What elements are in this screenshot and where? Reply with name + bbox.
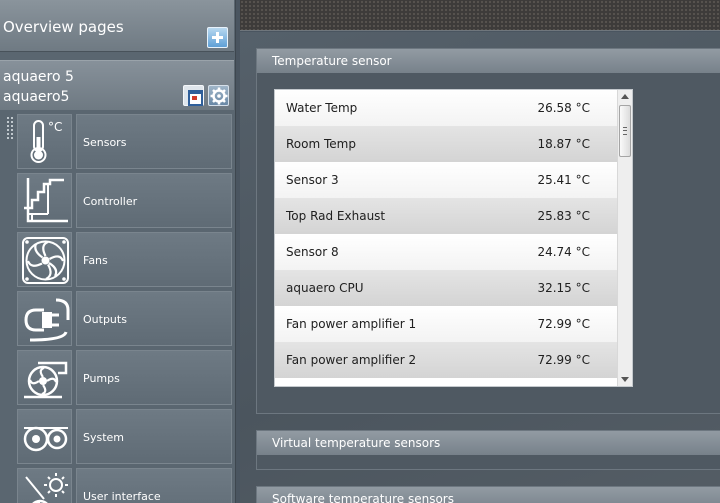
sensor-value: 24.74 °C [537, 245, 590, 259]
sidebar-item-user-interface-icon-box[interactable] [17, 468, 72, 503]
sidebar-item-label: Pumps [83, 372, 120, 385]
sensor-name: Water Temp [286, 101, 358, 115]
thermometer-icon: °C [30, 120, 62, 163]
sidebar-item-fans-label-box[interactable]: Fans [76, 232, 232, 287]
sensor-list-scrollbar[interactable] [617, 90, 632, 386]
sensor-row[interactable]: Sensor 3 25.41 °C [275, 162, 617, 198]
sensor-row[interactable]: Sensor 8 24.74 °C [275, 234, 617, 270]
sidebar-item-sensors-icon-box[interactable]: °C [17, 114, 72, 169]
virtual-temperature-sensors-header[interactable]: Virtual temperature sensors [257, 431, 720, 455]
panel-title: Virtual temperature sensors [272, 436, 441, 450]
sidebar-item-label: Fans [83, 254, 108, 267]
sidebar-item-controller[interactable]: Controller [17, 173, 232, 228]
sidebar-item-pumps-icon-box[interactable] [17, 350, 72, 405]
sensor-value: 25.41 °C [537, 173, 590, 187]
sensor-name: Sensor 3 [286, 173, 339, 187]
sensor-row[interactable]: Fan power amplifier 2 72.99 °C [275, 342, 617, 378]
scroll-down-arrow-icon[interactable] [621, 377, 629, 382]
settings-gear-icon [210, 87, 228, 105]
drag-grip-icon[interactable] [6, 116, 14, 140]
sidebar-item-outputs-icon-box[interactable] [17, 291, 72, 346]
panel-title: Temperature sensor [272, 54, 392, 68]
fan-icon [22, 237, 69, 284]
sidebar-item-pumps[interactable]: Pumps [17, 350, 232, 405]
sidebar-item-user-interface[interactable]: User interface [17, 468, 232, 503]
sidebar: Overview pages aquaero 5 aquaero5 °C Sen… [0, 0, 236, 503]
sidebar-item-fans-icon-box[interactable] [17, 232, 72, 287]
sidebar-item-system[interactable]: System [17, 409, 232, 464]
sidebar-item-label: Sensors [83, 136, 127, 149]
sensor-row[interactable]: Top Rad Exhaust 25.83 °C [275, 198, 617, 234]
display-brightness-icon [25, 473, 68, 503]
sensor-value: 25.83 °C [537, 209, 590, 223]
sensor-value: 32.15 °C [537, 281, 590, 295]
sensor-name: Fan power amplifier 1 [286, 317, 417, 331]
sensor-name: aquaero CPU [286, 281, 364, 295]
sensor-value: 72.99 °C [537, 317, 590, 331]
sidebar-item-system-icon-box[interactable] [17, 409, 72, 464]
add-overview-page-button[interactable] [207, 27, 228, 48]
scroll-thumb[interactable] [619, 105, 631, 157]
sensor-row[interactable]: aquaero CPU 32.15 °C [275, 270, 617, 306]
pump-icon [24, 361, 68, 399]
sensor-name: Room Temp [286, 137, 356, 151]
virtual-temperature-sensors-panel: Virtual temperature sensors [256, 430, 720, 470]
scroll-up-arrow-icon[interactable] [621, 94, 629, 99]
sidebar-item-label: System [83, 431, 125, 444]
sidebar-item-system-label-box[interactable]: System [76, 409, 232, 464]
sidebar-item-pumps-label-box[interactable]: Pumps [76, 350, 232, 405]
plug-icon [24, 298, 70, 342]
device-header[interactable]: aquaero 5 aquaero5 [0, 60, 234, 110]
sidebar-item-user-interface-label-box[interactable]: User interface [76, 468, 232, 503]
device-settings-button[interactable] [208, 85, 229, 106]
sidebar-item-outputs-label-box[interactable]: Outputs [76, 291, 232, 346]
device-model-label: aquaero 5 [3, 69, 74, 85]
sensor-row[interactable]: Room Temp 18.87 °C [275, 126, 617, 162]
temperature-sensor-panel-header[interactable]: Temperature sensor [257, 49, 720, 73]
sidebar-item-label: User interface [83, 490, 161, 503]
sensor-row[interactable]: Water Temp 26.58 °C [275, 90, 617, 126]
sensor-row[interactable]: Fan power amplifier 1 72.99 °C [275, 306, 617, 342]
sidebar-item-fans[interactable]: Fans [17, 232, 232, 287]
temperature-sensor-panel: Temperature sensor Water Temp 26.58 °C R… [256, 48, 720, 414]
sensor-value: 72.99 °C [537, 353, 590, 367]
software-temperature-sensors-panel: Software temperature sensors [256, 486, 720, 503]
sensor-unit-text: °C [48, 120, 62, 134]
system-gears-icon [23, 426, 68, 452]
controller-chart-icon [24, 178, 68, 223]
sidebar-item-sensors[interactable]: °C Sensors [17, 114, 232, 169]
sensor-value: 18.87 °C [537, 137, 590, 151]
sidebar-item-controller-icon-box[interactable] [17, 173, 72, 228]
sidebar-item-outputs[interactable]: Outputs [17, 291, 232, 346]
sensor-name: Fan power amplifier 2 [286, 353, 417, 367]
device-window-button[interactable] [183, 85, 204, 106]
top-pattern-strip [240, 0, 720, 31]
panel-title: Software temperature sensors [272, 492, 454, 503]
software-temperature-sensors-header[interactable]: Software temperature sensors [257, 487, 720, 503]
temperature-sensor-list[interactable]: Water Temp 26.58 °C Room Temp 18.87 °C S… [274, 89, 633, 387]
sidebar-item-label: Controller [83, 195, 138, 208]
overview-pages-title: Overview pages [3, 18, 124, 36]
sidebar-item-controller-label-box[interactable]: Controller [76, 173, 232, 228]
sensor-name: Sensor 8 [286, 245, 339, 259]
sensor-value: 26.58 °C [537, 101, 590, 115]
device-name-label: aquaero5 [3, 89, 70, 105]
overview-pages-bar[interactable]: Overview pages [0, 0, 234, 52]
sidebar-item-label: Outputs [83, 313, 127, 326]
sensor-name: Top Rad Exhaust [286, 209, 386, 223]
main-content: Temperature sensor Water Temp 26.58 °C R… [240, 32, 720, 503]
sidebar-item-sensors-label-box[interactable]: Sensors [76, 114, 232, 169]
